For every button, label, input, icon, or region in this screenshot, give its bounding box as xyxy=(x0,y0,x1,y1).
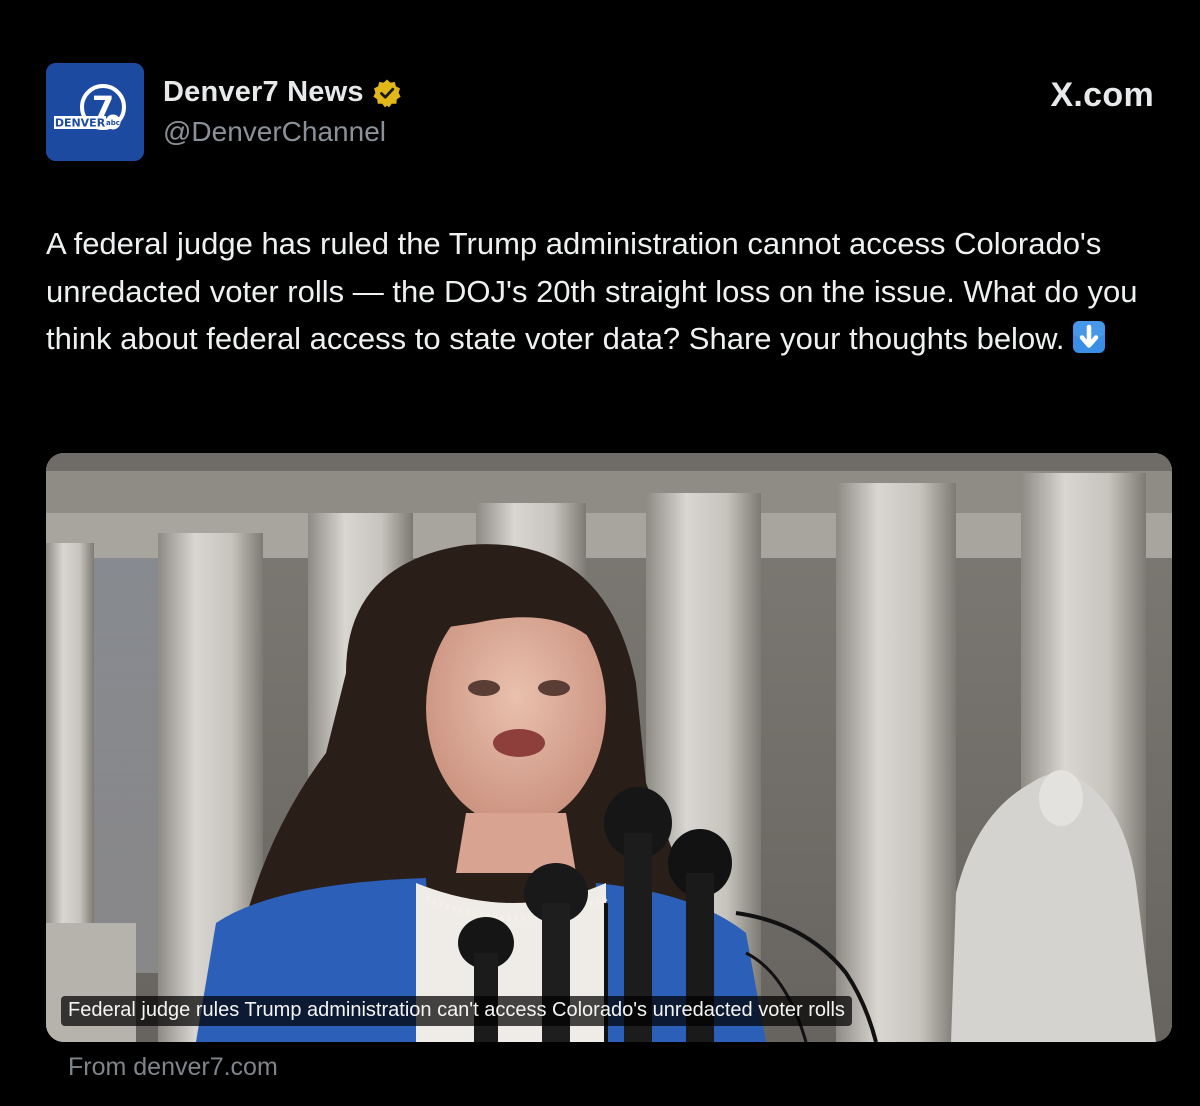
avatar-network: abc xyxy=(106,119,120,127)
link-card-headline: Federal judge rules Trump administration… xyxy=(61,996,852,1026)
avatar-text: DENVER xyxy=(55,117,106,130)
denver7-logo-icon: 7 DENVER abc xyxy=(46,63,144,161)
account-name-row: Denver7 News xyxy=(163,76,402,109)
account-avatar[interactable]: 7 DENVER abc xyxy=(46,63,144,161)
post-text-container: A federal judge has ruled the Trump admi… xyxy=(46,220,1176,363)
link-source-label[interactable]: From denver7.com xyxy=(68,1053,278,1082)
down-arrow-emoji-icon xyxy=(1073,321,1106,353)
post-text: A federal judge has ruled the Trump admi… xyxy=(46,226,1138,356)
verified-badge-icon xyxy=(373,79,401,107)
display-name[interactable]: Denver7 News xyxy=(163,76,364,109)
account-handle[interactable]: @DenverChannel xyxy=(163,116,386,148)
article-photo xyxy=(46,453,1172,1042)
link-preview-card[interactable]: Federal judge rules Trump administration… xyxy=(46,453,1172,1042)
source-brand-label: X.com xyxy=(1050,76,1154,114)
